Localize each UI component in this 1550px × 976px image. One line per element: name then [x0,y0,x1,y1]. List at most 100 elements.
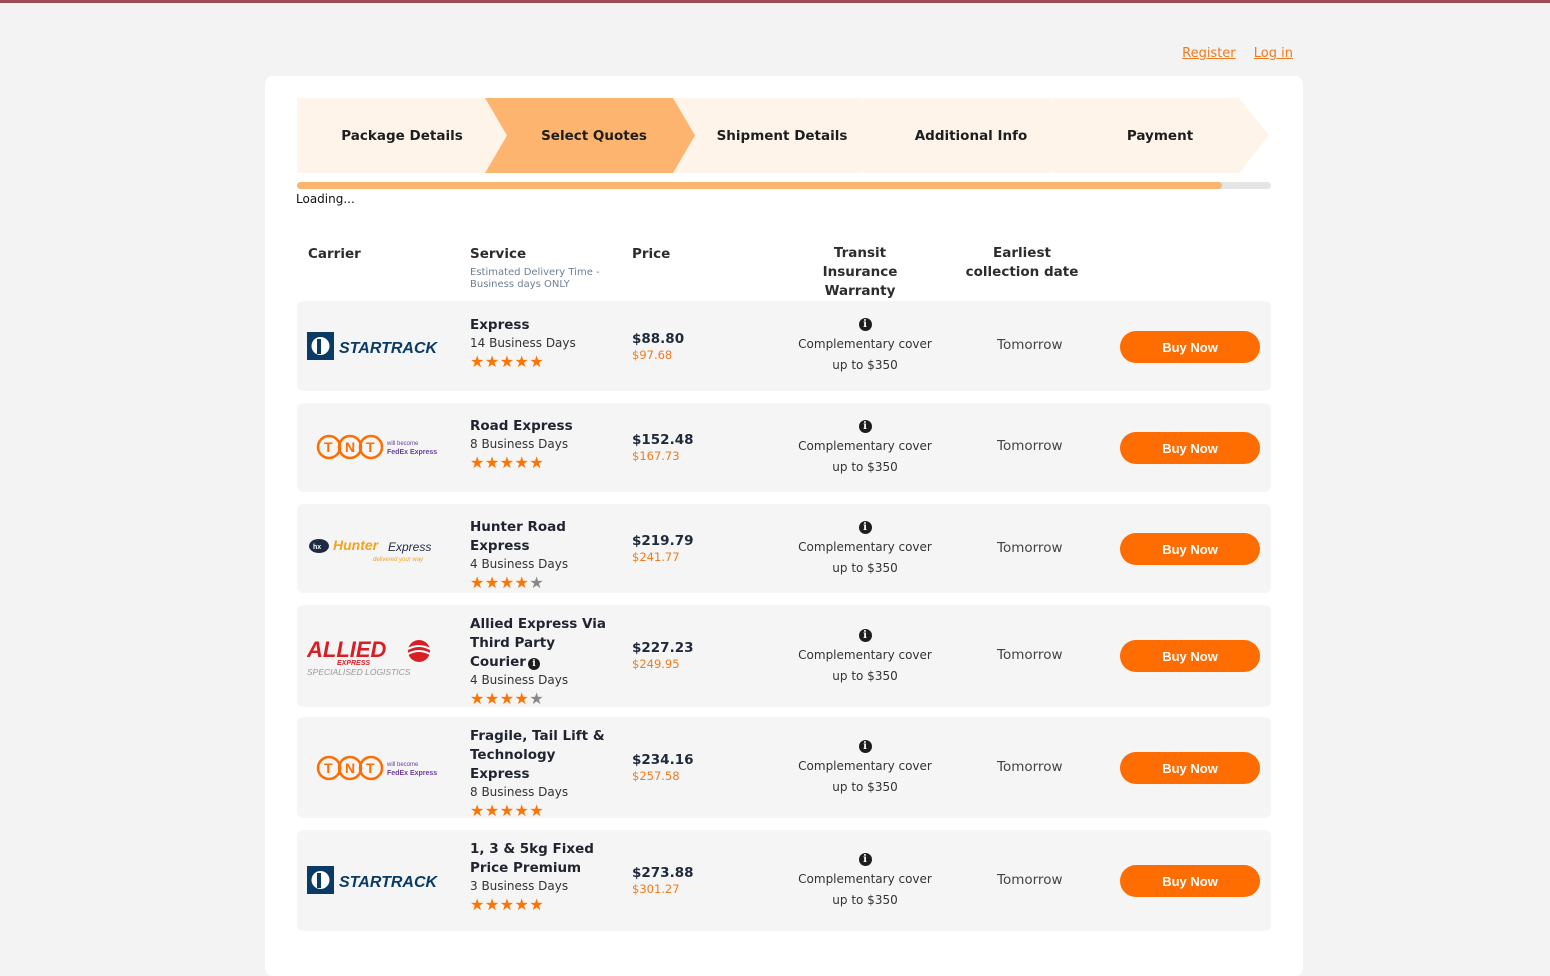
service-name: Hunter Road Express [470,519,566,554]
insurance-line1: Complementary cover [798,872,932,886]
quote-row: T N T will become FedEx Express Fragile,… [297,717,1271,820]
collection-date: Tomorrow [997,872,1063,888]
price-block: $152.48 $167.73 [632,432,694,464]
service-info: Allied Express Via Third Party Courier i … [470,615,610,709]
step-shipment-details[interactable]: Shipment Details [673,98,891,173]
buy-now-button[interactable]: Buy Now [1120,331,1260,363]
step-label: Select Quotes [541,127,647,144]
logo-sub: delivered your way [373,557,424,563]
rating-stars: ★★★★★ [470,801,545,820]
checkout-stepper: Package Details Select Quotes Shipment D… [297,98,1269,173]
step-label: Package Details [341,127,463,144]
logo-text: Hunter [333,537,380,553]
header-price: Price [632,246,671,262]
quote-row: STARTRACK Express 14 Business Days ★★★★★… [297,301,1271,391]
price-block: $88.80 $97.68 [632,331,684,363]
insurance-line2: up to $350 [832,669,898,683]
rating-stars: ★★★★★ [470,895,545,914]
delivery-days: 8 Business Days [470,437,569,451]
insurance-info: i Complementary cover up to $350 [785,313,945,376]
step-additional-info[interactable]: Additional Info [862,98,1080,173]
header-collection: Earliest collection date [965,245,1079,280]
price-block: $219.79 $241.77 [632,533,694,565]
logo-text: STARTRACK [339,874,439,891]
service-name: Fragile, Tail Lift & Technology Express [470,728,605,782]
logo-sub2: FedEx Express [387,770,437,777]
rating-stars: ★★★★★ [470,573,545,592]
progress-bar [297,182,1271,189]
step-package-details[interactable]: Package Details [297,98,507,173]
quote-row: ALLIED EXPRESS SPECIALISED LOGISTICS All… [297,605,1271,709]
rating-stars: ★★★★★ [470,453,545,472]
step-select-quotes[interactable]: Select Quotes [485,98,703,173]
buy-now-button[interactable]: Buy Now [1120,432,1260,464]
service-name: Express [470,317,530,333]
delivery-days: 8 Business Days [470,785,569,799]
step-label: Payment [1126,127,1194,144]
info-icon[interactable]: i [858,629,872,642]
delivery-days: 4 Business Days [470,673,569,687]
price: $273.88 [632,865,694,881]
service-name: Road Express [470,418,573,434]
logo-sub1: EXPRESS [337,660,370,667]
info-icon[interactable]: i [858,420,872,433]
logo-text: STARTRACK [339,340,439,357]
insurance-info: i Complementary cover up to $350 [785,516,945,579]
delivery-days: 4 Business Days [470,557,569,571]
service-info: Hunter Road Express 4 Business Days ★★★★… [470,518,610,593]
info-icon[interactable]: i [858,318,872,331]
hunter-express-logo: hx Hunter Express delivered your way [307,532,439,568]
collection-date: Tomorrow [997,759,1063,775]
header-service-subtitle: Estimated Delivery Time - Business days … [470,267,600,290]
insurance-line1: Complementary cover [798,337,932,351]
price-block: $273.88 $301.27 [632,865,694,897]
service-info: Express 14 Business Days ★★★★★ [470,316,610,372]
collection-date: Tomorrow [997,540,1063,556]
old-price: $257.58 [632,769,680,783]
info-icon[interactable]: i [527,658,540,670]
buy-now-button[interactable]: Buy Now [1120,865,1260,897]
step-label: Additional Info [914,127,1028,144]
price: $219.79 [632,533,694,549]
login-link[interactable]: Log in [1254,46,1293,61]
quote-row: T N T will become FedEx Express Road Exp… [297,403,1271,492]
price-block: $234.16 $257.58 [632,752,694,784]
service-info: 1, 3 & 5kg Fixed Price Premium 3 Busines… [470,840,610,915]
info-icon[interactable]: i [858,521,872,534]
price: $227.23 [632,640,694,656]
quote-row: hx Hunter Express delivered your way Hun… [297,504,1271,593]
buy-now-button[interactable]: Buy Now [1120,640,1260,672]
old-price: $249.95 [632,657,680,671]
svg-text:hx: hx [313,544,321,551]
svg-text:T: T [366,439,375,455]
tnt-logo: T N T will become FedEx Express [307,754,439,786]
step-payment[interactable]: Payment [1051,98,1269,173]
register-link[interactable]: Register [1182,46,1236,61]
collection-date: Tomorrow [997,337,1063,353]
insurance-info: i Complementary cover up to $350 [785,848,945,911]
insurance-line1: Complementary cover [798,759,932,773]
header-carrier: Carrier [308,246,361,262]
price: $88.80 [632,331,685,347]
old-price: $241.77 [632,550,680,564]
info-icon[interactable]: i [858,853,872,866]
collection-date: Tomorrow [997,647,1063,663]
price-block: $227.23 $249.95 [632,640,694,672]
service-info: Road Express 8 Business Days ★★★★★ [470,417,610,473]
rating-stars: ★★★★★ [470,689,545,708]
info-icon[interactable]: i [858,740,872,753]
startrack-logo: STARTRACK [307,332,439,364]
quote-row: STARTRACK 1, 3 & 5kg Fixed Price Premium… [297,830,1271,931]
service-name: Allied Express Via Third Party Courier i [470,616,606,670]
old-price: $97.68 [632,348,673,362]
logo-text: ALLIED [307,637,387,662]
buy-now-button[interactable]: Buy Now [1120,752,1260,784]
account-links: Register Log in [1150,46,1293,61]
header-insurance: Transit Insurance Warranty [822,245,898,299]
startrack-logo: STARTRACK [307,866,439,898]
loading-text: Loading... [296,192,355,206]
price: $234.16 [632,752,694,768]
buy-now-button[interactable]: Buy Now [1120,533,1260,565]
delivery-days: 3 Business Days [470,879,569,893]
step-label: Shipment Details [716,127,848,144]
